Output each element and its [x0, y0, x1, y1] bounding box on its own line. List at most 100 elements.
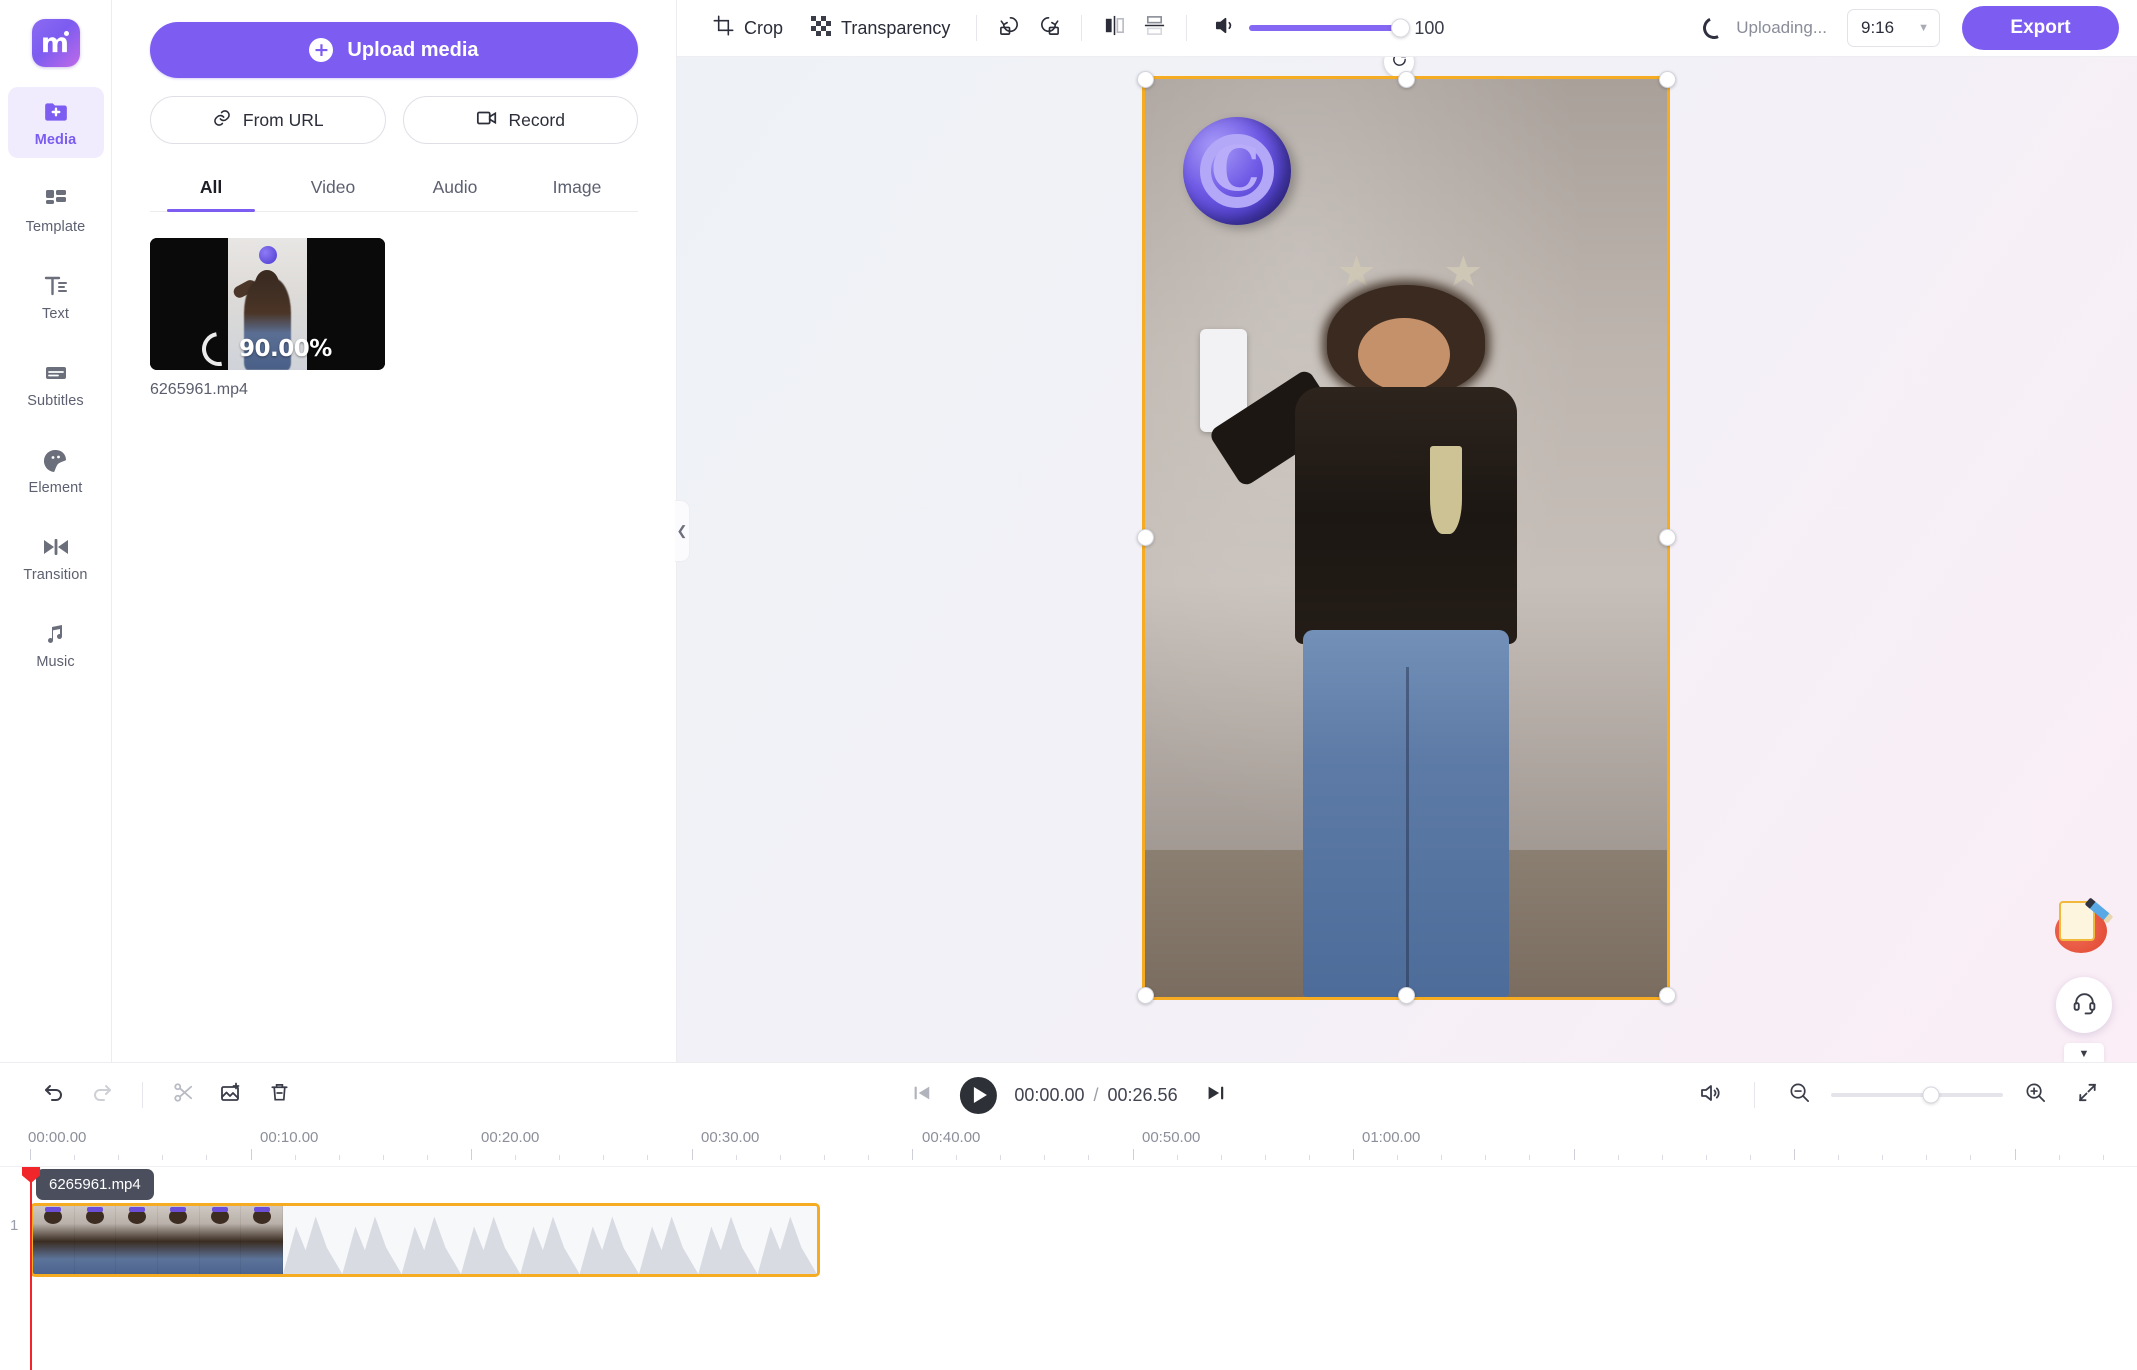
timeline-ruler[interactable]: 00:00.00 00:10.00 00:20.00 00:30.00 00:40.00…	[0, 1127, 2137, 1167]
next-frame-button[interactable]	[1196, 1076, 1236, 1114]
sidebar-item-subtitles[interactable]: Subtitles	[8, 348, 104, 419]
mute-button[interactable]	[1690, 1076, 1730, 1114]
chevron-down-icon: ▼	[2078, 1048, 2090, 1060]
media-item[interactable]: 90.00% 6265961.mp4	[150, 238, 385, 399]
upload-media-button[interactable]: + Upload media	[150, 22, 638, 78]
canvas-stage[interactable]: ▼	[677, 57, 2137, 1062]
ruler-tick	[162, 1155, 164, 1160]
resize-handle-middle-right[interactable]	[1659, 529, 1676, 546]
sidebar-item-music[interactable]: Music	[8, 609, 104, 680]
sidebar-item-transition[interactable]: Transition	[8, 522, 104, 593]
volume-control: 100	[1213, 14, 1448, 42]
subject-top	[1294, 387, 1518, 645]
flip-horizontal-button[interactable]	[1094, 10, 1134, 46]
subtitles-icon	[43, 360, 69, 386]
volume-slider[interactable]	[1249, 18, 1411, 38]
resize-handle-top-center[interactable]	[1398, 71, 1415, 88]
crop-button[interactable]: Crop	[699, 9, 797, 47]
record-label: Record	[508, 109, 565, 130]
skip-next-icon	[1205, 1082, 1227, 1109]
checker-transparency-icon	[811, 15, 832, 41]
media-thumbnail[interactable]: 90.00%	[150, 238, 385, 370]
aspect-ratio-select[interactable]: 9:16 ▼	[1847, 9, 1940, 47]
sidebar-item-media[interactable]: Media	[7, 87, 104, 158]
ruler-tick	[1970, 1155, 1972, 1160]
upload-status-label: Uploading...	[1736, 18, 1827, 37]
timeline-controls: 00:00.00 / 00:26.56	[0, 1063, 2137, 1127]
tab-all[interactable]: All	[150, 166, 272, 212]
delete-button[interactable]	[259, 1076, 299, 1114]
spinner-icon	[195, 325, 243, 370]
floating-collapse-button[interactable]: ▼	[2064, 1043, 2104, 1062]
timeline-zoom-knob[interactable]	[1922, 1086, 1940, 1104]
resize-handle-bottom-left[interactable]	[1137, 987, 1154, 1004]
media-grid: 90.00% 6265961.mp4	[150, 238, 638, 399]
ruler-tick	[779, 1155, 781, 1160]
fit-to-screen-button[interactable]	[2067, 1076, 2107, 1114]
undo-icon	[42, 1081, 66, 1110]
zoom-in-button[interactable]	[2015, 1076, 2055, 1114]
resize-handle-bottom-center[interactable]	[1398, 987, 1415, 1004]
previous-frame-button[interactable]	[901, 1076, 941, 1114]
play-icon	[973, 1087, 987, 1103]
volume-slider-knob[interactable]	[1391, 18, 1411, 38]
resize-handle-bottom-right[interactable]	[1659, 987, 1676, 1004]
ruler-tick	[1838, 1155, 1840, 1160]
undo-button[interactable]	[34, 1076, 74, 1114]
element-sticker-icon	[43, 447, 69, 473]
ruler-tick	[382, 1155, 384, 1160]
zoom-out-button[interactable]	[1779, 1076, 1819, 1114]
support-button[interactable]	[2056, 977, 2112, 1033]
crop-label: Crop	[744, 17, 784, 38]
resize-handle-top-right[interactable]	[1659, 71, 1676, 88]
add-media-button[interactable]	[211, 1076, 251, 1114]
rotate-right-button[interactable]	[1029, 10, 1069, 46]
subject-wine-glass	[1429, 446, 1462, 535]
video-preview-frame[interactable]	[1142, 76, 1670, 1000]
redo-button[interactable]	[82, 1076, 122, 1114]
filmstrip-frame	[33, 1206, 75, 1274]
time-separator: /	[1093, 1084, 1099, 1105]
split-button[interactable]	[163, 1076, 203, 1114]
link-icon	[212, 108, 232, 133]
timeline-zoom-slider[interactable]	[1831, 1086, 2003, 1104]
ruler-tick	[338, 1155, 340, 1160]
ruler-tick	[2102, 1155, 2104, 1160]
waveform-segment	[461, 1206, 520, 1274]
ruler-tick	[1088, 1155, 1090, 1160]
from-url-button[interactable]: From URL	[150, 96, 386, 144]
tab-image[interactable]: Image	[516, 166, 638, 211]
tab-audio[interactable]: Audio	[394, 166, 516, 211]
skip-previous-icon	[910, 1082, 932, 1109]
ruler-tick	[471, 1149, 472, 1160]
speaker-icon[interactable]	[1213, 14, 1236, 42]
record-button[interactable]: Record	[402, 96, 638, 144]
export-button[interactable]: Export	[1962, 6, 2119, 50]
ruler-tick	[1353, 1149, 1354, 1160]
transparency-label: Transparency	[841, 17, 951, 38]
toolbar-divider	[1754, 1082, 1755, 1108]
sidebar-item-element[interactable]: Element	[8, 435, 104, 506]
notepad-pencil-icon[interactable]	[2053, 897, 2115, 955]
panel-collapse-button[interactable]: ❮	[675, 500, 690, 562]
flip-vertical-button[interactable]	[1134, 10, 1174, 46]
timeline-clip[interactable]	[30, 1203, 820, 1277]
volume-value: 100	[1414, 17, 1445, 38]
tab-video[interactable]: Video	[272, 166, 394, 211]
rotate-left-button[interactable]	[989, 10, 1029, 46]
sidebar-item-template[interactable]: Template	[8, 174, 104, 245]
resize-handle-middle-left[interactable]	[1137, 529, 1154, 546]
ruler-tick	[515, 1155, 517, 1160]
ruler-tick	[1926, 1155, 1928, 1160]
timeline-zoom-controls	[1690, 1076, 2107, 1114]
transparency-button[interactable]: Transparency	[797, 10, 964, 47]
scissors-icon	[172, 1081, 195, 1109]
upload-media-label: Upload media	[347, 38, 479, 61]
play-button[interactable]	[959, 1076, 997, 1114]
playhead[interactable]	[22, 1167, 40, 1370]
resize-handle-top-left[interactable]	[1137, 71, 1154, 88]
timeline-tracks[interactable]: 1 6265961.mp4	[0, 1167, 2137, 1370]
sidebar-item-text[interactable]: Text	[8, 261, 104, 332]
app-logo[interactable]: m	[31, 19, 80, 67]
clip-waveform	[283, 1206, 817, 1274]
